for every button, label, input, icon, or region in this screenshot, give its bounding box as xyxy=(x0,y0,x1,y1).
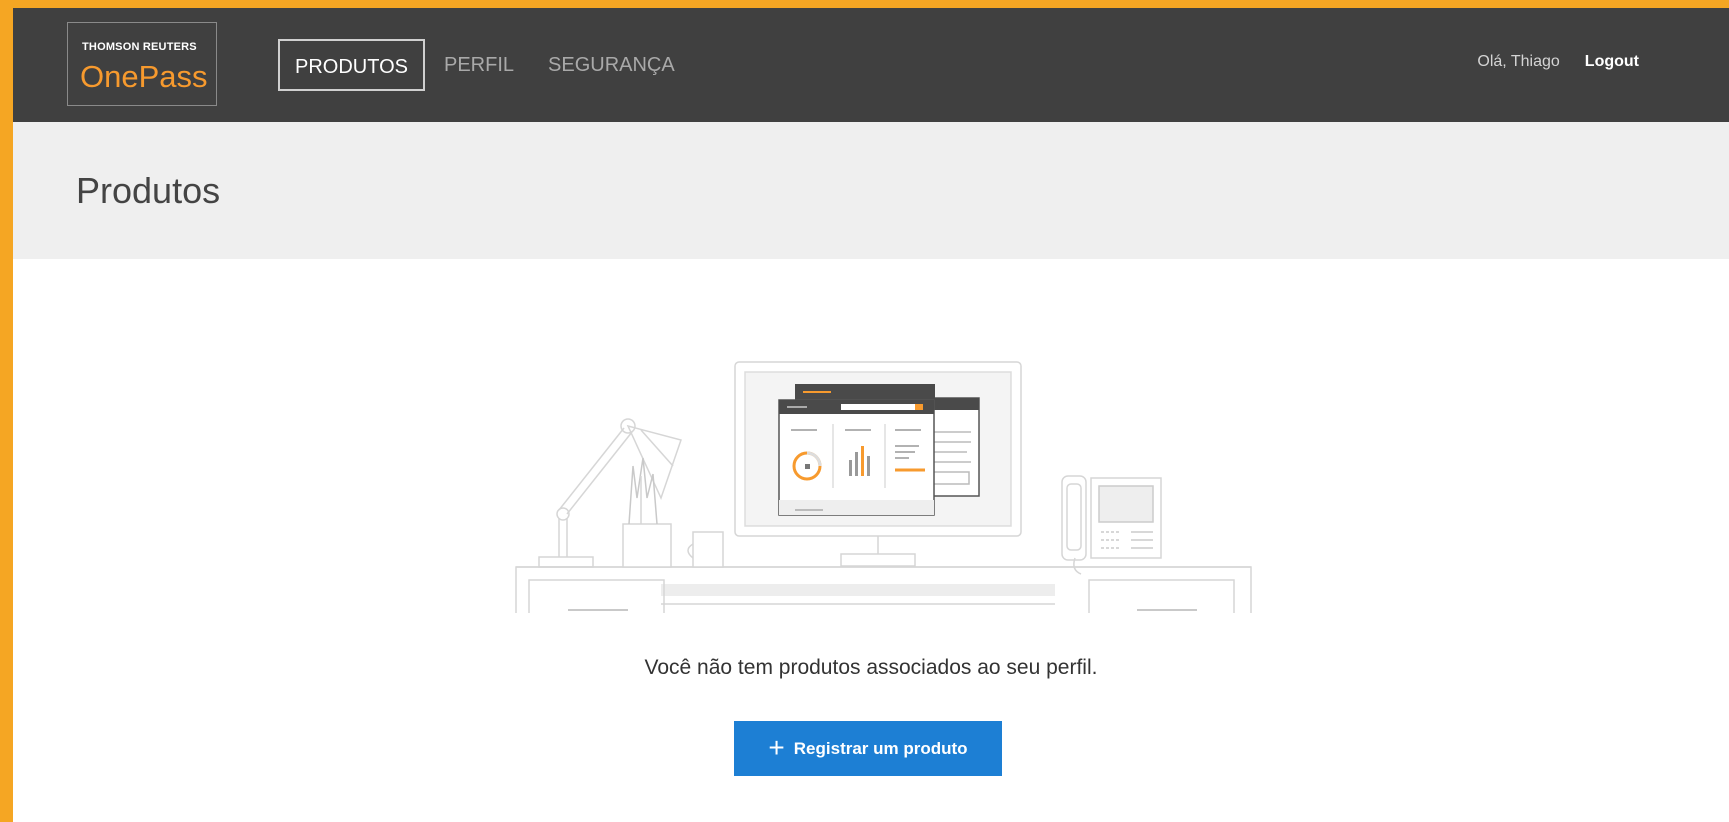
nav-tab-produtos[interactable]: PRODUTOS xyxy=(278,39,425,91)
monitor-illustration xyxy=(734,361,1022,567)
logout-link[interactable]: Logout xyxy=(1585,53,1639,71)
empty-desk-illustration xyxy=(515,361,1252,613)
page-header: Produtos xyxy=(13,122,1729,259)
user-area: Olá, Thiago Logout xyxy=(1477,53,1639,71)
plus-icon: + xyxy=(768,731,785,763)
page-title: Produtos xyxy=(76,170,221,211)
nav-tab-perfil[interactable]: PERFIL xyxy=(427,39,531,91)
main-nav: PRODUTOS PERFIL SEGURANÇA xyxy=(278,39,692,91)
user-greeting: Olá, Thiago xyxy=(1477,53,1560,70)
empty-state-message: Você não tem produtos associados ao seu … xyxy=(644,656,1098,679)
onepass-logo[interactable]: THOMSON REUTERS OnePass xyxy=(67,22,217,106)
desk-phone-illustration xyxy=(1061,475,1162,575)
app-window: THOMSON REUTERS OnePass PRODUTOS PERFIL … xyxy=(13,8,1729,822)
desk-illustration xyxy=(515,566,1252,613)
nav-tab-seguranca[interactable]: SEGURANÇA xyxy=(531,39,692,91)
logo-product-name: OnePass xyxy=(80,59,208,94)
top-navigation-bar: THOMSON REUTERS OnePass PRODUTOS PERFIL … xyxy=(13,8,1729,122)
mug-illustration xyxy=(687,531,724,568)
pencil-holder-illustration xyxy=(622,457,672,568)
register-product-label: Registrar um produto xyxy=(793,738,968,758)
logo-company-name: THOMSON REUTERS xyxy=(82,41,197,53)
register-product-button[interactable]: + Registrar um produto xyxy=(734,721,1002,776)
